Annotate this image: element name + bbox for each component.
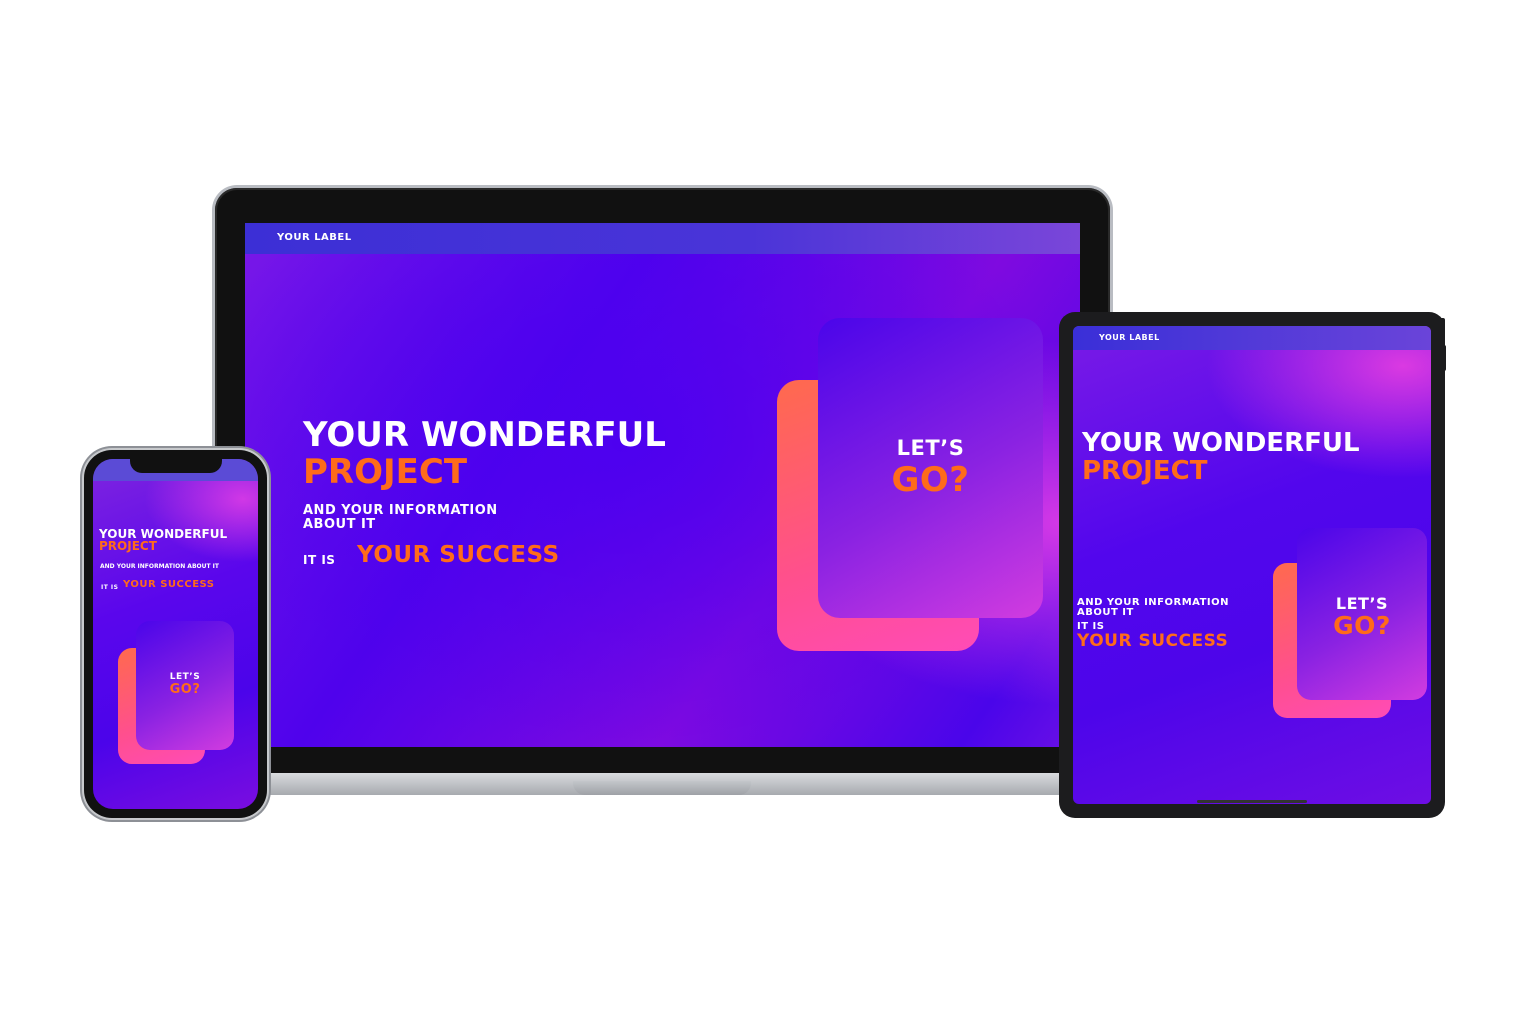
laptop-cta-line1: LET’S — [896, 436, 965, 460]
phone-success: YOUR SUCCESS — [123, 579, 215, 590]
laptop-screen: YOUR LABEL YOUR WONDERFUL PROJECT AND YO… — [245, 223, 1080, 747]
phone-notch — [130, 458, 222, 473]
tablet-cta-line2: GO? — [1333, 611, 1391, 640]
phone-cta-line1: LET’S — [169, 672, 201, 682]
laptop-cta-line2: GO? — [891, 460, 970, 500]
tablet-home-indicator — [1197, 800, 1307, 803]
laptop-info-line1: AND YOUR INFORMATION — [303, 503, 498, 518]
tablet-label: YOUR LABEL — [1099, 333, 1160, 342]
laptop-success: YOUR SUCCESS — [357, 542, 560, 568]
phone-headline-line2: PROJECT — [99, 539, 157, 553]
phone-screen: YOUR WONDERFUL PROJECT AND YOUR INFORMAT… — [93, 459, 258, 809]
tablet-success: YOUR SUCCESS — [1077, 631, 1229, 651]
tablet-info: AND YOUR INFORMATION ABOUT IT — [1077, 598, 1229, 618]
laptop-info: AND YOUR INFORMATION ABOUT IT — [303, 504, 498, 532]
laptop-base-notch — [573, 781, 751, 795]
laptop-headline-line2: PROJECT — [303, 452, 468, 492]
laptop-cta-card[interactable]: LET’S GO? — [818, 318, 1043, 618]
laptop-headline-line1: YOUR WONDERFUL — [303, 415, 666, 455]
tablet-headline-line1: YOUR WONDERFUL — [1082, 428, 1360, 458]
laptop-top-bar: YOUR LABEL — [245, 223, 1080, 254]
phone-it-is: IT IS — [101, 584, 119, 591]
phone-cta-card[interactable]: LET’S GO? — [136, 621, 234, 750]
tablet-info-line2: ABOUT IT — [1077, 607, 1134, 618]
laptop-label: YOUR LABEL — [277, 232, 352, 243]
laptop-info-line2: ABOUT IT — [303, 517, 376, 532]
tablet-screen: YOUR LABEL YOUR WONDERFUL PROJECT AND YO… — [1073, 326, 1431, 804]
phone-info: AND YOUR INFORMATION ABOUT IT — [100, 563, 220, 570]
tablet-cta-card[interactable]: LET’S GO? — [1297, 528, 1427, 700]
laptop-it-is: IT IS — [303, 553, 336, 567]
phone-cta-line2: GO? — [169, 682, 201, 697]
tablet-headline-line2: PROJECT — [1082, 456, 1208, 486]
tablet-top-bar: YOUR LABEL — [1073, 326, 1431, 350]
